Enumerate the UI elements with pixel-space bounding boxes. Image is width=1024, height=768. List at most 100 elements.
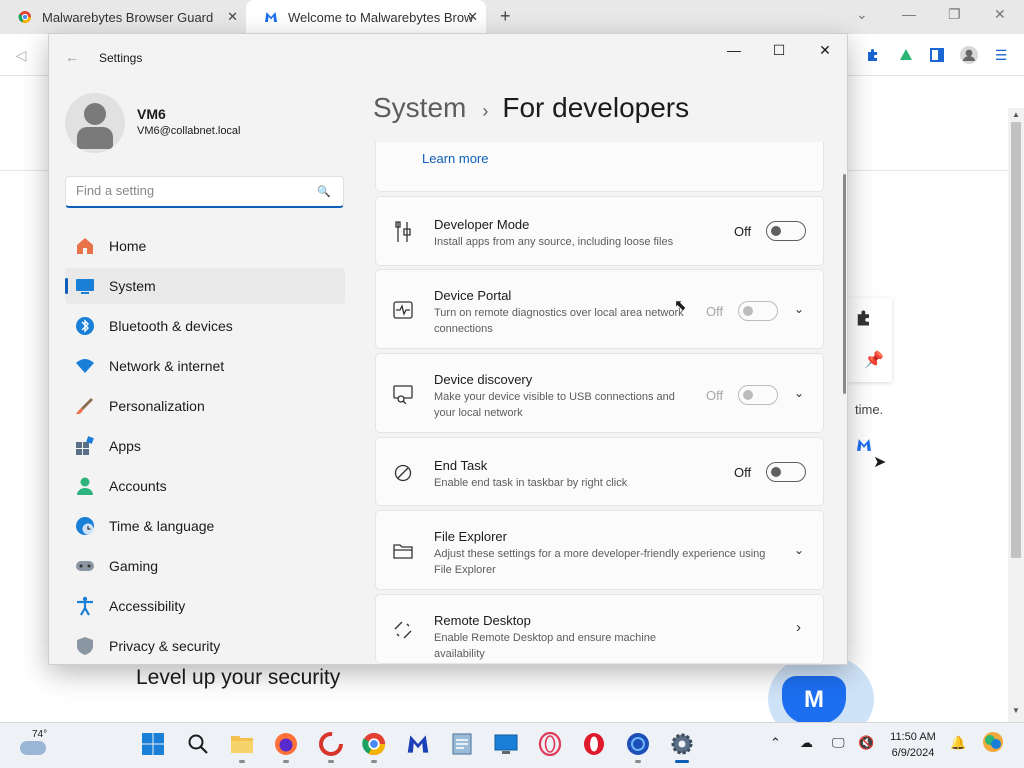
search-icon[interactable]: 🔍 — [317, 185, 331, 198]
toggle-state-label: Off — [706, 304, 724, 319]
maximize-icon[interactable]: ☐ — [764, 42, 794, 59]
card-end-task[interactable]: End Task Enable end task in taskbar by r… — [375, 437, 824, 506]
close-tab-icon[interactable]: ✕ — [467, 9, 478, 25]
running-indicator — [239, 760, 245, 763]
sidebar-item-network[interactable]: Network & internet — [65, 348, 345, 384]
browser-tab-guard[interactable]: Malwarebytes Browser Guard ✕ — [0, 0, 246, 34]
card-developer-mode[interactable]: Developer Mode Install apps from any sou… — [375, 196, 824, 266]
network-display-icon[interactable]: 🖵 — [832, 735, 845, 751]
sidebar-item-system[interactable]: System — [65, 268, 345, 304]
chevron-down-icon[interactable]: ⌄ — [856, 6, 868, 23]
sidebar-item-label: Accounts — [109, 478, 167, 494]
profile-icon[interactable] — [958, 44, 980, 66]
extension-green-icon[interactable] — [895, 44, 917, 66]
taskbar-chrome[interactable] — [361, 731, 387, 763]
taskbar-remote-desktop[interactable] — [493, 731, 519, 757]
search-box[interactable]: 🔍 — [65, 176, 344, 208]
sidebar-item-bluetooth[interactable]: Bluetooth & devices — [65, 308, 345, 344]
sidebar-item-home[interactable]: Home — [65, 228, 345, 264]
sidebar-item-label: Time & language — [109, 518, 215, 534]
card-device-portal[interactable]: Device Portal Turn on remote diagnostics… — [375, 269, 824, 349]
chevron-down-icon[interactable]: ⌄ — [794, 302, 804, 316]
taskbar-clock[interactable]: 11:50 AM 6/9/2024 — [880, 729, 946, 761]
brush-icon — [75, 396, 95, 416]
side-panel-icon[interactable] — [926, 44, 948, 66]
card-description: Enable Remote Desktop and ensure machine… — [434, 632, 656, 660]
tab-label: Welcome to Malwarebytes Brow — [288, 9, 474, 25]
sidebar-item-personalization[interactable]: Personalization — [65, 388, 345, 424]
taskbar-opera-gx[interactable] — [537, 731, 563, 757]
menu-icon[interactable]: ☰ — [990, 44, 1012, 66]
minimize-icon[interactable]: — — [902, 6, 916, 22]
weather-temp: 74° — [32, 729, 48, 740]
windows-logo-icon — [142, 733, 164, 755]
end-task-toggle[interactable] — [766, 462, 806, 482]
onedrive-sync-icon[interactable]: ☁ — [800, 735, 813, 751]
plus-icon[interactable]: + — [500, 6, 511, 27]
breadcrumb-parent[interactable]: System — [373, 92, 466, 124]
browser-tab-welcome[interactable]: Welcome to Malwarebytes Brow ✕ — [246, 0, 486, 34]
restore-icon[interactable]: ❐ — [948, 6, 961, 23]
close-tab-icon[interactable]: ✕ — [227, 9, 238, 25]
gamepad-icon — [75, 556, 95, 576]
search-taskbar-button[interactable] — [185, 731, 211, 757]
mouse-cursor-icon: ➤ — [873, 454, 887, 471]
settings-scrollbar[interactable] — [843, 174, 846, 394]
taskbar-notepad[interactable] — [449, 731, 475, 757]
learn-more-link[interactable]: Learn more — [422, 151, 488, 166]
sidebar-item-label: Home — [109, 238, 147, 254]
profile-name: VM6 — [137, 106, 166, 122]
card-title: File Explorer — [434, 529, 507, 544]
sidebar-item-accounts[interactable]: Accounts — [65, 468, 345, 504]
chevron-up-icon[interactable]: ⌃ — [770, 735, 781, 751]
taskbar-firefox[interactable] — [273, 731, 299, 763]
back-arrow-icon[interactable]: ← — [65, 49, 79, 65]
puzzle-icon[interactable] — [854, 308, 874, 333]
close-icon[interactable]: ✕ — [994, 6, 1006, 23]
chevron-down-icon[interactable]: ⌄ — [794, 386, 804, 400]
copilot-pre-icon[interactable] — [982, 731, 1004, 756]
taskbar-ccleaner[interactable] — [318, 731, 344, 763]
prohibited-icon — [392, 462, 414, 484]
start-button[interactable] — [140, 731, 166, 757]
card-description: Install apps from any source, including … — [434, 236, 674, 248]
scrollbar-thumb[interactable] — [1011, 122, 1021, 558]
gear-icon — [671, 733, 693, 755]
card-device-discovery[interactable]: Device discovery Make your device visibl… — [375, 353, 824, 433]
sidebar-item-time-language[interactable]: Time & language — [65, 508, 345, 544]
sidebar-item-privacy[interactable]: Privacy & security — [65, 628, 345, 664]
card-file-explorer[interactable]: File Explorer Adjust these settings for … — [375, 510, 824, 590]
chevron-right-icon[interactable]: › — [796, 619, 801, 636]
avatar[interactable] — [65, 93, 125, 153]
taskbar-opera[interactable] — [581, 731, 607, 757]
device-portal-toggle[interactable] — [738, 301, 778, 321]
notification-bell-icon[interactable]: 🔔 — [950, 735, 966, 751]
extensions-icon[interactable] — [862, 44, 884, 66]
sidebar-item-apps[interactable]: Apps — [65, 428, 345, 464]
close-icon[interactable]: ✕ — [810, 42, 840, 59]
taskbar-settings[interactable] — [669, 731, 695, 763]
scroll-up-icon[interactable]: ▲ — [1012, 110, 1020, 119]
weather-widget[interactable]: 74° — [16, 729, 56, 763]
device-discovery-toggle[interactable] — [738, 385, 778, 405]
taskbar-globe-app[interactable] — [625, 731, 651, 763]
taskbar-file-explorer[interactable] — [229, 731, 255, 763]
pin-icon[interactable]: 📌 — [864, 350, 884, 370]
minimize-icon[interactable]: — — [719, 42, 749, 58]
taskbar-malwarebytes[interactable] — [405, 731, 431, 757]
card-remote-desktop[interactable]: Remote Desktop Enable Remote Desktop and… — [375, 594, 824, 664]
developer-mode-toggle[interactable] — [766, 221, 806, 241]
page-scrollbar[interactable]: ▲ ▼ — [1008, 108, 1024, 722]
malwarebytes-logo-icon: M — [782, 676, 846, 724]
chevron-down-icon[interactable]: ⌄ — [794, 543, 804, 557]
scroll-down-icon[interactable]: ▼ — [1012, 706, 1020, 715]
sidebar-item-gaming[interactable]: Gaming — [65, 548, 345, 584]
volume-muted-icon[interactable]: 🔇 — [858, 735, 874, 751]
malwarebytes-extension-icon[interactable] — [855, 438, 873, 457]
search-input[interactable] — [76, 183, 306, 198]
sidebar-item-label: Network & internet — [109, 358, 225, 374]
sidebar-item-accessibility[interactable]: Accessibility — [65, 588, 345, 624]
card-title: Developer Mode — [434, 217, 530, 232]
pulse-monitor-icon — [392, 299, 414, 321]
back-icon[interactable]: ◁ — [10, 44, 32, 66]
